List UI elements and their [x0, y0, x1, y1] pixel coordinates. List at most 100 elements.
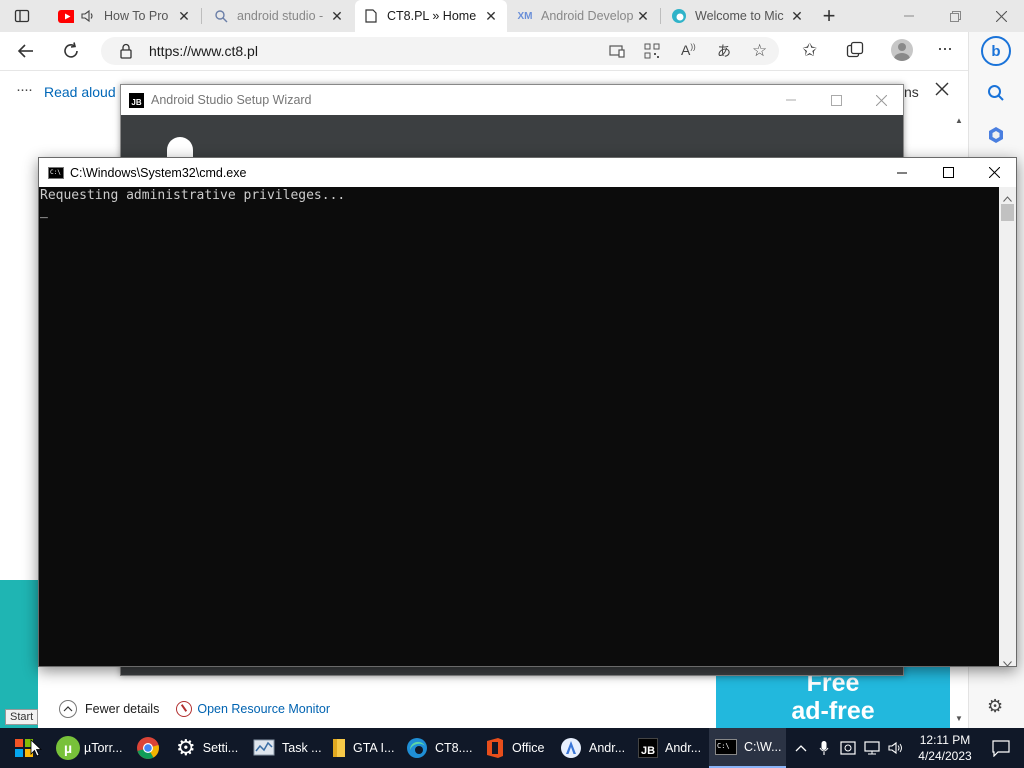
cmd-scrollbar[interactable] — [999, 187, 1016, 667]
lock-icon[interactable] — [119, 43, 133, 62]
favorites-icon[interactable]: ✩ — [802, 40, 817, 61]
cmd-close-button[interactable] — [971, 158, 1017, 187]
tab-android-developers[interactable]: XM Android Develop ✕ — [509, 0, 659, 32]
clock[interactable]: 12:11 PM 4/24/2023 — [912, 732, 978, 764]
refresh-button[interactable] — [61, 41, 83, 61]
taskbar-utorrent[interactable]: µ µTorr... — [56, 728, 122, 768]
taskbar-label: CT8.... — [435, 741, 473, 755]
profile-avatar[interactable] — [891, 39, 913, 61]
add-favorite-icon[interactable]: ☆ — [752, 41, 767, 61]
search-icon[interactable] — [987, 84, 1005, 105]
tab-close-button[interactable]: ✕ — [635, 8, 651, 25]
edge-icon — [407, 738, 427, 758]
clock-time: 12:11 PM — [919, 733, 971, 747]
taskbar-jetbrains[interactable]: JB Andr... — [638, 728, 701, 768]
cmd-output-line: Requesting administrative privileges... — [40, 188, 346, 203]
page-teal-panel — [0, 580, 38, 728]
taskbar-cmd[interactable]: C:\ C:\W... — [709, 728, 786, 768]
tab-ct8[interactable]: CT8.PL » Home ✕ — [355, 0, 507, 32]
more-dots-icon[interactable]: ···· — [16, 81, 33, 98]
chevron-up-icon — [795, 745, 807, 752]
taskbar-chrome[interactable] — [136, 728, 160, 768]
volume-icon[interactable] — [884, 741, 908, 755]
taskbar-label: GTA I... — [353, 741, 395, 755]
bing-icon: b — [991, 42, 1001, 60]
settings-more-icon[interactable]: ··· — [937, 38, 953, 59]
collapse-chevron-icon[interactable] — [59, 700, 77, 718]
wizard-title-bar[interactable]: JB Android Studio Setup Wizard — [121, 85, 903, 115]
youtube-icon — [58, 8, 74, 24]
ad-banner[interactable]: Free ad-free — [716, 667, 950, 728]
cmd-maximize-button[interactable] — [925, 158, 971, 187]
address-bar[interactable]: https://www.ct8.pl A)) あ ☆ — [101, 37, 779, 65]
wizard-maximize-button[interactable] — [816, 85, 856, 115]
bing-chat-button[interactable]: b — [981, 36, 1011, 66]
page-icon — [363, 8, 379, 24]
utorrent-icon: µ — [56, 736, 80, 760]
start-tooltip: Start — [5, 709, 39, 725]
tab-label: Welcome to Mic — [695, 9, 784, 23]
address-toolbar: https://www.ct8.pl A)) あ ☆ ✩ ··· — [0, 32, 1024, 70]
show-hidden-icons-button[interactable] — [790, 744, 812, 752]
scroll-down-icon[interactable]: ▼ — [955, 714, 963, 723]
cmd-title-bar[interactable]: C:\ C:\Windows\System32\cmd.exe — [39, 158, 1016, 187]
cmd-icon: C:\ — [48, 166, 64, 179]
scroll-up-icon[interactable] — [1003, 190, 1012, 205]
wizard-minimize-button[interactable] — [771, 85, 811, 115]
open-resource-monitor-link[interactable]: Open Resource Monitor — [197, 702, 330, 716]
scroll-up-icon[interactable]: ▲ — [955, 116, 963, 125]
tab-close-button[interactable]: ✕ — [329, 8, 345, 25]
tab-close-button[interactable]: ✕ — [789, 8, 805, 25]
translate-icon[interactable]: あ — [717, 41, 731, 61]
office-shortcut-icon[interactable] — [988, 126, 1004, 147]
ad-line-ad-free: ad-free — [791, 697, 875, 725]
notification-center-button[interactable] — [978, 739, 1024, 757]
wizard-title: Android Studio Setup Wizard — [151, 93, 312, 107]
cmd-console[interactable]: Requesting administrative privileges... … — [39, 187, 1000, 666]
tray-app-icon[interactable] — [836, 740, 860, 756]
taskbar-gta-folder[interactable]: GTA I... — [332, 728, 394, 768]
restore-icon — [949, 10, 961, 22]
settings-icon: ⚙ — [176, 735, 196, 760]
taskbar-edge[interactable]: CT8.... — [406, 728, 473, 768]
sidebar-settings-icon[interactable]: ⚙ — [987, 696, 1003, 717]
browser-tab-bar: How To Pro ✕ android studio - ✕ CT8.PL »… — [0, 0, 1024, 32]
tab-welcome-microsoft[interactable]: Welcome to Mic ✕ — [663, 0, 813, 32]
scroll-down-icon[interactable] — [1003, 655, 1012, 670]
readbar-close-button[interactable] — [934, 81, 950, 100]
qr-code-icon[interactable] — [644, 43, 660, 62]
fewer-details-button[interactable]: Fewer details — [85, 702, 159, 716]
taskbar-label: Office — [512, 741, 545, 755]
taskbar-settings[interactable]: ⚙ Setti... — [176, 728, 238, 768]
tab-divider — [201, 8, 202, 24]
back-button[interactable] — [16, 41, 38, 61]
xm-icon: XM — [517, 10, 533, 22]
minimize-button[interactable] — [886, 0, 932, 32]
close-button[interactable] — [978, 0, 1024, 32]
scroll-thumb[interactable] — [1001, 204, 1014, 221]
collections-icon[interactable] — [846, 41, 864, 62]
wizard-close-button[interactable] — [861, 85, 901, 115]
taskbar-task-manager[interactable]: Task ... — [253, 728, 322, 768]
tab-label: CT8.PL » Home — [387, 9, 477, 23]
refresh-icon — [64, 42, 78, 58]
new-tab-button[interactable]: + — [818, 3, 840, 29]
tab-youtube[interactable]: How To Pro ✕ — [50, 0, 200, 32]
taskbar-android-studio[interactable]: Andr... — [560, 728, 625, 768]
cmd-minimize-button[interactable] — [879, 158, 925, 187]
network-icon[interactable] — [860, 741, 884, 755]
start-button[interactable] — [0, 728, 48, 768]
read-aloud-icon[interactable]: A)) — [681, 42, 696, 58]
tab-close-button[interactable]: ✕ — [176, 8, 192, 25]
taskbar-office[interactable]: Office — [485, 728, 544, 768]
tab-close-button[interactable]: ✕ — [483, 8, 499, 25]
read-aloud-label[interactable]: Read aloud — [44, 84, 116, 100]
tab-actions-button[interactable] — [14, 8, 30, 24]
tab-search[interactable]: android studio - ✕ — [205, 0, 353, 32]
tab-label: android studio - — [237, 9, 324, 23]
app-available-icon[interactable] — [609, 43, 625, 62]
url-text[interactable]: https://www.ct8.pl — [149, 43, 258, 59]
speaker-icon[interactable] — [80, 8, 96, 24]
microphone-icon[interactable] — [812, 740, 836, 756]
restore-button[interactable] — [932, 0, 978, 32]
